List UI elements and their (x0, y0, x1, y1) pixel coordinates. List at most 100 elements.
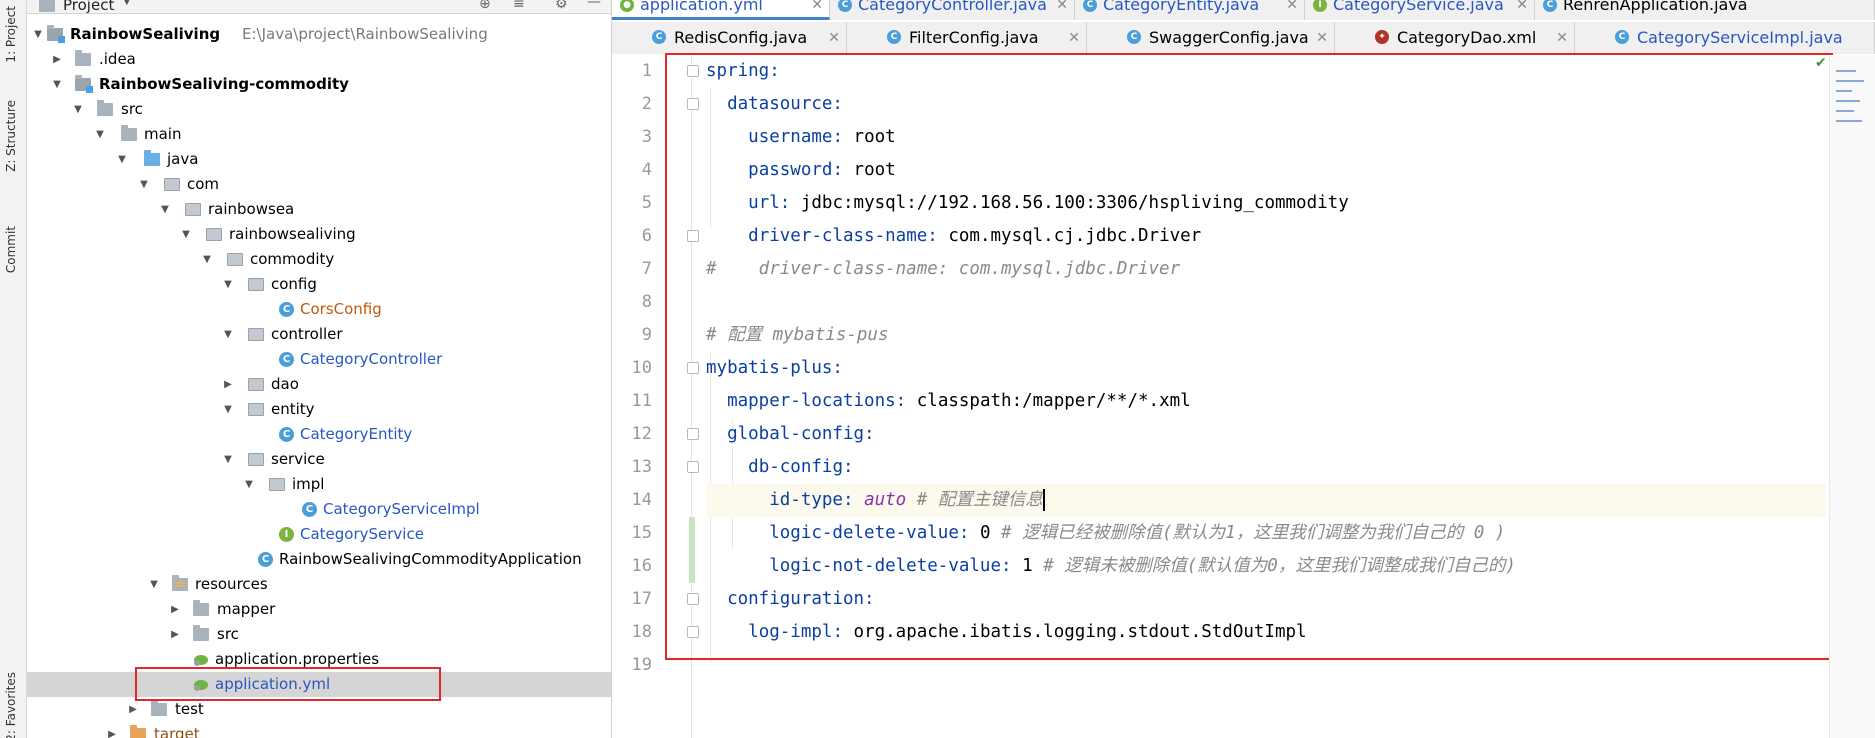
tree-item[interactable]: ▼ rainbowsealiving (27, 222, 611, 247)
chevron-down-icon[interactable]: ▼ (137, 172, 151, 197)
tree-item-label: mapper (217, 600, 276, 618)
chevron-down-icon[interactable]: ▼ (158, 197, 172, 222)
locate-icon[interactable]: ⊕ (479, 0, 491, 12)
chevron-right-icon[interactable]: ▶ (221, 372, 235, 397)
package-icon (269, 478, 285, 491)
spring-leaf-icon: ● (620, 0, 634, 12)
chevron-down-icon[interactable]: ▼ (71, 97, 85, 122)
chevron-down-icon[interactable]: ▼ (221, 447, 235, 472)
tab-structure[interactable]: Z: Structure (4, 100, 18, 172)
tree-item-label: CategoryServiceImpl (323, 500, 480, 518)
project-panel-title[interactable]: Project (63, 0, 114, 14)
chevron-down-icon[interactable]: ▼ (50, 72, 64, 97)
tree-item[interactable]: ▶ target (27, 722, 611, 738)
tree-item[interactable]: I CategoryService (27, 522, 611, 547)
chevron-down-icon[interactable]: ▼ (115, 147, 129, 172)
tab-label: RenrenApplication.java (1563, 0, 1748, 14)
close-icon[interactable]: ✕ (1556, 22, 1568, 54)
highlight-box-tree (135, 667, 441, 701)
project-panel: Project ▼ ⊕ ≡ ⚙ — ▼ RainbowSealiving E:\… (27, 0, 612, 738)
package-icon (185, 203, 201, 216)
tree-item[interactable]: ▼ src (27, 97, 611, 122)
tree-item-label: entity (271, 400, 315, 418)
chevron-down-icon[interactable]: ▼ (200, 247, 214, 272)
tree-item[interactable]: ▼ impl (27, 472, 611, 497)
line-number: 18 (631, 622, 652, 642)
tab-label: CategoryDao.xml (1397, 28, 1537, 47)
tree-item[interactable]: ▼ config (27, 272, 611, 297)
chevron-down-icon[interactable]: ▼ (93, 122, 107, 147)
class-icon: C (279, 427, 294, 442)
package-icon (206, 228, 222, 241)
tab-categoryentity-java[interactable]: C CategoryEntity.java ✕ (1075, 0, 1305, 20)
tab-redisconfig-java[interactable]: C RedisConfig.java ✕ (612, 22, 847, 54)
tab-categoryservice-java[interactable]: I CategoryService.java ✕ (1305, 0, 1535, 20)
tree-item-label: CategoryService (300, 525, 424, 543)
tab-application-yml[interactable]: ● application.yml ✕ (612, 0, 830, 20)
chevron-down-icon[interactable]: ▼ (123, 0, 131, 7)
close-icon[interactable]: ✕ (1316, 22, 1328, 54)
tab-renrenapplication-java[interactable]: C RenrenApplication.java (1535, 0, 1875, 20)
close-icon[interactable]: ✕ (811, 0, 823, 17)
tree-item[interactable]: ▼ resources (27, 572, 611, 597)
close-icon[interactable]: ✕ (1516, 0, 1528, 20)
chevron-right-icon[interactable]: ▶ (168, 622, 182, 647)
tree-item[interactable]: ▼ entity (27, 397, 611, 422)
line-number: 8 (641, 292, 652, 312)
tree-item[interactable]: C CorsConfig (27, 297, 611, 322)
tree-item[interactable]: ▼ java (27, 147, 611, 172)
chevron-down-icon[interactable]: ▼ (179, 222, 193, 247)
tree-item-label: main (144, 125, 182, 143)
folder-icon (75, 50, 91, 66)
tab-categoryserviceimpl-java[interactable]: C CategoryServiceImpl.java (1575, 22, 1875, 54)
source-folder-icon (144, 150, 160, 166)
tree-item[interactable]: ▼ RainbowSealiving E:\Java\project\Rainb… (27, 22, 611, 47)
gear-icon[interactable]: ⚙ (555, 0, 568, 12)
close-icon[interactable]: ✕ (1068, 22, 1080, 54)
tab-favorites[interactable]: 2: Favorites (4, 672, 18, 738)
tab-filterconfig-java[interactable]: C FilterConfig.java ✕ (847, 22, 1087, 54)
tree-item[interactable]: ▼ controller (27, 322, 611, 347)
tab-project[interactable]: 1: Project (4, 6, 18, 63)
close-icon[interactable]: ✕ (1286, 0, 1298, 20)
close-icon[interactable]: ✕ (828, 22, 840, 54)
chevron-down-icon[interactable]: ▼ (221, 272, 235, 297)
chevron-right-icon[interactable]: ▶ (105, 722, 119, 738)
tab-commit[interactable]: Commit (4, 226, 18, 273)
folder-icon (39, 0, 55, 12)
resources-folder-icon (172, 575, 188, 591)
tab-categorycontroller-java[interactable]: C CategoryController.java ✕ (830, 0, 1075, 20)
tree-item[interactable]: ▼ service (27, 447, 611, 472)
tree-item[interactable]: ▼ com (27, 172, 611, 197)
tab-swaggerconfig-java[interactable]: C SwaggerConfig.java ✕ (1087, 22, 1335, 54)
tree-item[interactable]: ▼ RainbowSealiving-commodity (27, 72, 611, 97)
tree-item-label: java (167, 150, 199, 168)
tree-item[interactable]: C CategoryServiceImpl (27, 497, 611, 522)
tree-item[interactable]: ▼ rainbowsea (27, 197, 611, 222)
chevron-down-icon[interactable]: ▼ (31, 22, 45, 47)
tree-item[interactable]: ▼ commodity (27, 247, 611, 272)
tree-item[interactable]: ▼ main (27, 122, 611, 147)
class-icon: C (1083, 0, 1097, 12)
tab-categorydao-xml[interactable]: ✦ CategoryDao.xml ✕ (1335, 22, 1575, 54)
tree-item-label: resources (195, 575, 268, 593)
tree-item[interactable]: ▶ mapper (27, 597, 611, 622)
tree-item[interactable]: C RainbowSealivingCommodityApplication (27, 547, 611, 572)
tree-item[interactable]: C CategoryController (27, 347, 611, 372)
checkmark-icon: ✔ (1815, 55, 1827, 71)
tree-item[interactable]: C CategoryEntity (27, 422, 611, 447)
chevron-down-icon[interactable]: ▼ (147, 572, 161, 597)
minimize-icon[interactable]: — (587, 0, 601, 10)
chevron-right-icon[interactable]: ▶ (168, 597, 182, 622)
chevron-down-icon[interactable]: ▼ (242, 472, 256, 497)
tree-item[interactable]: ▶ .idea (27, 47, 611, 72)
chevron-down-icon[interactable]: ▼ (221, 397, 235, 422)
chevron-down-icon[interactable]: ▼ (221, 322, 235, 347)
tree-item[interactable]: ▶ dao (27, 372, 611, 397)
close-icon[interactable]: ✕ (1056, 0, 1068, 20)
minimap-marker (1836, 120, 1862, 122)
editor-scrollbar[interactable] (1829, 55, 1875, 738)
collapse-all-icon[interactable]: ≡ (513, 0, 525, 12)
chevron-right-icon[interactable]: ▶ (50, 47, 64, 72)
tree-item[interactable]: ▶ src (27, 622, 611, 647)
